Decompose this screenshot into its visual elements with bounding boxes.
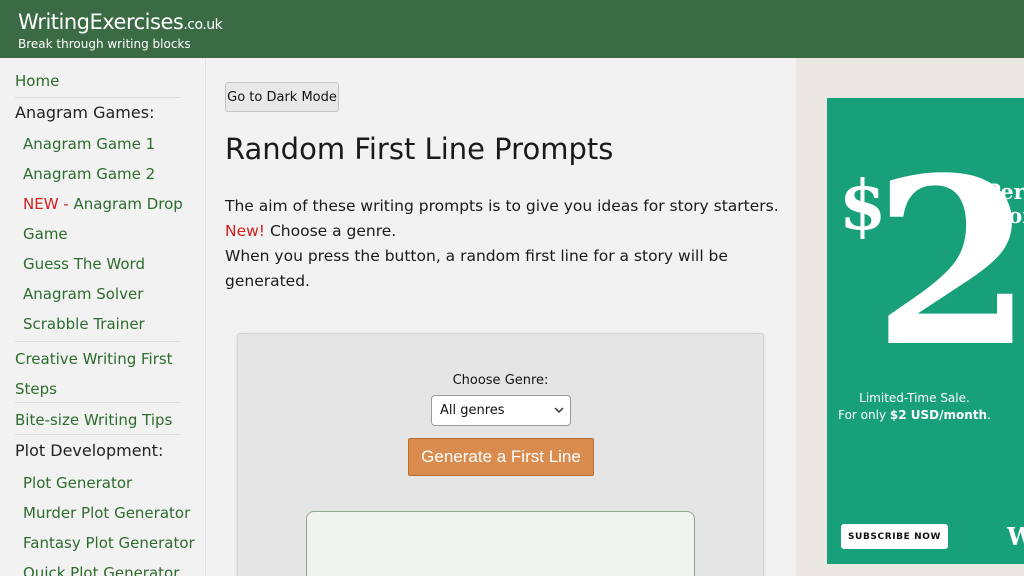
intro-line: When you press the button, a random firs… xyxy=(225,247,728,290)
ad-brand-logo: W xyxy=(1007,522,1024,551)
sidebar-item-anagram-solver[interactable]: Anagram Solver xyxy=(23,279,143,309)
generate-first-line-button[interactable]: Generate a First Line xyxy=(408,438,594,476)
ad-per-month: PerMon xyxy=(985,180,1024,228)
sidebar-item-label: Anagram Drop xyxy=(68,195,183,213)
sidebar-item-creative-writing-steps[interactable]: Steps xyxy=(15,374,57,404)
sidebar-item-writing-tips[interactable]: Bite-size Writing Tips xyxy=(15,405,172,435)
logo-tagline: Break through writing blocks xyxy=(18,37,191,51)
site-header: WritingExercises.co.uk Break through wri… xyxy=(0,0,1024,58)
site-logo[interactable]: WritingExercises.co.uk Break through wri… xyxy=(18,10,223,51)
chevron-down-icon xyxy=(554,407,564,414)
ad-column: $ 2 PerMon Limited-Time Sale. For only $… xyxy=(796,58,1024,576)
sidebar-item-anagram-game-1[interactable]: Anagram Game 1 xyxy=(23,129,155,159)
ad-sale-suffix: . xyxy=(987,408,991,422)
genre-select[interactable]: All genres xyxy=(431,395,571,426)
sidebar-heading-anagram-games: Anagram Games: xyxy=(15,103,155,122)
first-line-generator: Choose Genre: All genres Generate a Firs… xyxy=(237,333,764,576)
dark-mode-button[interactable]: Go to Dark Mode xyxy=(225,82,339,112)
ad-sale-prefix: For only xyxy=(838,408,890,422)
genre-select-value: All genres xyxy=(440,403,505,418)
sidebar-item-guess-the-word[interactable]: Guess The Word xyxy=(23,249,145,279)
intro-text: The aim of these writing prompts is to g… xyxy=(225,194,785,294)
new-badge: New! xyxy=(225,222,266,240)
advertisement[interactable]: $ 2 PerMon Limited-Time Sale. For only $… xyxy=(827,98,1024,564)
ad-sale-line: For only $2 USD/month. xyxy=(827,407,1002,424)
intro-line: New! Choose a genre. xyxy=(225,219,785,244)
sidebar-divider xyxy=(15,341,180,342)
ad-sale-price: $2 USD/month xyxy=(889,408,988,422)
intro-choose-genre: Choose a genre. xyxy=(265,222,397,240)
logo-domain-text: .co.uk xyxy=(183,17,223,33)
sidebar-divider xyxy=(15,434,180,435)
sidebar-item-fantasy-plot-generator[interactable]: Fantasy Plot Generator xyxy=(23,528,195,558)
page-title: Random First Line Prompts xyxy=(225,132,614,166)
ad-sale-text: Limited-Time Sale. For only $2 USD/month… xyxy=(827,390,1002,424)
sidebar-divider xyxy=(15,402,180,403)
sidebar-item-anagram-drop-game[interactable]: Game xyxy=(23,219,68,249)
first-line-output xyxy=(306,511,695,576)
ad-sale-line: Limited-Time Sale. xyxy=(859,391,970,405)
new-badge: NEW - xyxy=(23,195,69,213)
sidebar-item-quick-plot-generator[interactable]: Quick Plot Generator xyxy=(23,558,179,576)
genre-label: Choose Genre: xyxy=(452,373,549,388)
ad-per-line: Per xyxy=(985,179,1024,204)
ad-per-line: Mon xyxy=(985,203,1024,228)
sidebar-item-creative-writing[interactable]: Creative Writing First xyxy=(15,344,173,374)
subscribe-now-button[interactable]: SUBSCRIBE NOW xyxy=(841,524,948,549)
sidebar-item-murder-plot-generator[interactable]: Murder Plot Generator xyxy=(23,498,190,528)
main-content: Go to Dark Mode Random First Line Prompt… xyxy=(206,58,796,576)
sidebar-item-scrabble-trainer[interactable]: Scrabble Trainer xyxy=(23,309,145,339)
logo-main-text: WritingExercises xyxy=(18,10,184,34)
sidebar-item-anagram-drop[interactable]: NEW - Anagram Drop xyxy=(23,189,183,219)
sidebar-item-plot-generator[interactable]: Plot Generator xyxy=(23,468,132,498)
sidebar-nav: Home Anagram Games: Anagram Game 1 Anagr… xyxy=(0,58,206,576)
sidebar-item-anagram-game-2[interactable]: Anagram Game 2 xyxy=(23,159,155,189)
sidebar-heading-plot-development: Plot Development: xyxy=(15,441,164,460)
sidebar-item-home[interactable]: Home xyxy=(15,66,59,96)
intro-line: The aim of these writing prompts is to g… xyxy=(225,197,779,215)
